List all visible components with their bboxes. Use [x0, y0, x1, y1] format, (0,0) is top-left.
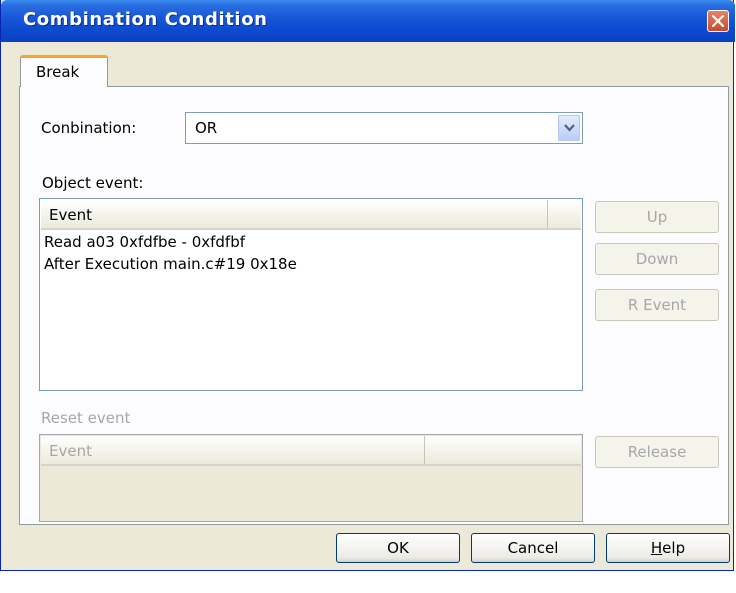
list-item[interactable]: Read a03 0xfdfbe - 0xfdfbf: [44, 233, 245, 251]
tab-break-label: Break: [36, 63, 80, 81]
dialog-window: Combination Condition Break Conbination:…: [0, 0, 735, 571]
event-column-header-label: Event: [49, 206, 92, 224]
help-button-label: elp: [662, 539, 686, 557]
combination-value: OR: [195, 119, 218, 137]
combination-dropdown[interactable]: OR: [185, 112, 583, 144]
title-bar[interactable]: Combination Condition: [1, 0, 735, 42]
close-icon: [712, 15, 724, 27]
reset-event-list[interactable]: Event: [39, 434, 583, 522]
reset-event-list-header: Event: [41, 436, 581, 466]
release-button[interactable]: Release: [595, 436, 719, 468]
cancel-button[interactable]: Cancel: [471, 533, 595, 563]
down-button[interactable]: Down: [595, 243, 719, 275]
ok-button[interactable]: OK: [336, 533, 460, 563]
r-event-button[interactable]: R Event: [595, 289, 719, 321]
help-mnemonic: H: [650, 539, 663, 557]
up-button[interactable]: Up: [595, 201, 719, 233]
event-column-header[interactable]: Event: [41, 200, 548, 228]
combination-label: Conbination:: [41, 119, 137, 137]
tab-break[interactable]: Break: [20, 55, 108, 87]
chevron-down-icon: [564, 124, 575, 132]
reset-event-label: Reset event: [41, 409, 131, 427]
dropdown-arrow-button[interactable]: [558, 115, 580, 141]
window-title: Combination Condition: [23, 9, 268, 30]
help-button[interactable]: Help: [606, 533, 730, 563]
object-event-list-header: Event: [41, 200, 581, 230]
object-event-label: Object event:: [42, 174, 144, 192]
event-column-header-label: Event: [49, 442, 92, 460]
event-column-header[interactable]: Event: [41, 436, 425, 464]
close-button[interactable]: [707, 10, 729, 32]
list-item[interactable]: After Execution main.c#19 0x18e: [44, 255, 297, 273]
object-event-list[interactable]: Event Read a03 0xfdfbe - 0xfdfbf After E…: [39, 198, 583, 391]
